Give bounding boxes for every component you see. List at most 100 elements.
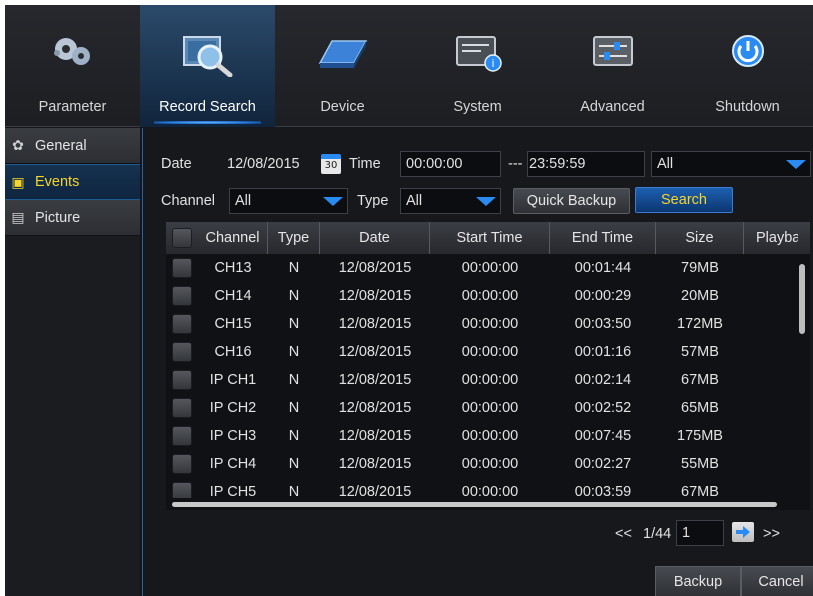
col-header-playback[interactable]: Playba	[744, 222, 798, 254]
table-row[interactable]: CH14 N 12/08/2015 00:00:00 00:00:29 20MB	[166, 282, 794, 310]
cell-size: 55MB	[681, 456, 719, 472]
table-row[interactable]: IP CH4 N 12/08/2015 00:00:00 00:02:27 55MB	[166, 450, 794, 478]
type-select[interactable]: All	[400, 188, 501, 214]
event-type-select[interactable]: All	[651, 151, 811, 177]
menu-shutdown[interactable]: Shutdown	[680, 5, 813, 127]
calendar-list-icon: ▣	[11, 173, 25, 190]
col-header-type[interactable]: Type	[268, 222, 320, 254]
menu-device[interactable]: Device	[275, 5, 410, 127]
quick-backup-button[interactable]: Quick Backup	[513, 188, 630, 214]
table-row[interactable]: CH16 N 12/08/2015 00:00:00 00:01:16 57MB	[166, 338, 794, 366]
cell-type: N	[288, 400, 300, 416]
cell-size: 172MB	[677, 316, 723, 332]
row-checkbox[interactable]	[172, 370, 192, 390]
menu-label: Advanced	[580, 99, 645, 115]
picture-icon: ▤	[11, 209, 25, 225]
go-page-button[interactable]	[732, 522, 754, 542]
cell-end-time: 00:01:44	[574, 260, 632, 276]
cell-start-time: 00:00:00	[461, 260, 519, 276]
row-checkbox[interactable]	[172, 342, 192, 362]
page-number-input[interactable]: 1	[676, 520, 724, 546]
next-page-button[interactable]: >>	[763, 526, 780, 542]
col-header-date[interactable]: Date	[320, 222, 430, 254]
prev-page-button[interactable]: <<	[615, 526, 632, 542]
search-button[interactable]: Search	[635, 187, 733, 213]
chevron-down-icon	[476, 197, 496, 206]
cell-size: 65MB	[681, 400, 719, 416]
end-time-field[interactable]: 23:59:59	[527, 151, 645, 177]
table-row[interactable]: IP CH1 N 12/08/2015 00:00:00 00:02:14 67MB	[166, 366, 794, 394]
channel-select[interactable]: All	[229, 188, 348, 214]
row-checkbox[interactable]	[172, 454, 192, 474]
backup-button[interactable]: Backup	[655, 566, 741, 596]
cell-start-time: 00:00:00	[461, 428, 519, 444]
arrow-right-icon	[736, 526, 750, 538]
cell-size: 67MB	[681, 372, 719, 388]
sidebar-item-general[interactable]: ✿ General	[5, 128, 140, 164]
row-checkbox[interactable]	[172, 426, 192, 446]
channel-value: All	[235, 193, 252, 209]
row-checkbox[interactable]	[172, 258, 192, 278]
cell-start-time: 00:00:00	[461, 456, 519, 472]
chevron-down-icon	[786, 160, 806, 169]
cell-type: N	[288, 288, 300, 304]
table-row[interactable]: CH13 N 12/08/2015 00:00:00 00:01:44 79MB	[166, 254, 794, 282]
select-all-checkbox[interactable]	[172, 228, 192, 248]
table-row[interactable]: CH15 N 12/08/2015 00:00:00 00:03:50 172MB	[166, 310, 794, 338]
channel-label: Channel	[161, 193, 216, 209]
cell-end-time: 00:02:14	[574, 372, 632, 388]
menu-parameter[interactable]: Parameter	[5, 5, 140, 127]
table-row[interactable]: IP CH3 N 12/08/2015 00:00:00 00:07:45 175MB	[166, 422, 794, 450]
time-label: Time	[349, 156, 381, 172]
cell-channel: CH15	[214, 316, 252, 332]
row-checkbox[interactable]	[172, 286, 192, 306]
date-value[interactable]: 12/08/2015	[227, 156, 300, 172]
start-time-field[interactable]: 00:00:00	[400, 151, 501, 177]
cell-date: 12/08/2015	[338, 372, 412, 388]
cell-date: 12/08/2015	[338, 288, 412, 304]
col-header-size[interactable]: Size	[656, 222, 744, 254]
cell-channel: CH16	[214, 344, 252, 360]
system-info-icon: i	[455, 36, 502, 72]
cell-type: N	[288, 260, 300, 276]
table-row[interactable]: IP CH2 N 12/08/2015 00:00:00 00:02:52 65MB	[166, 394, 794, 422]
cell-end-time: 00:07:45	[574, 428, 632, 444]
calendar-icon[interactable]: 30	[321, 154, 341, 174]
cell-size: 175MB	[677, 428, 723, 444]
page-info: 1/44	[643, 526, 672, 542]
vertical-scroll-thumb[interactable]	[799, 264, 805, 334]
cell-size: 20MB	[681, 288, 719, 304]
cell-type: N	[288, 456, 300, 472]
col-header-start-time[interactable]: Start Time	[430, 222, 550, 254]
row-checkbox[interactable]	[172, 314, 192, 334]
top-menu-bar: Parameter Record Search Device i System …	[5, 5, 813, 127]
cell-start-time: 00:00:00	[461, 400, 519, 416]
col-header-end-time[interactable]: End Time	[550, 222, 656, 254]
type-label: Type	[357, 193, 389, 209]
cell-start-time: 00:00:00	[461, 344, 519, 360]
time-separator: ---	[508, 156, 523, 172]
sidebar-item-label: Events	[35, 174, 80, 190]
cell-type: N	[288, 428, 300, 444]
menu-record-search[interactable]: Record Search	[140, 5, 275, 127]
menu-advanced[interactable]: Advanced	[545, 5, 680, 127]
vertical-scrollbar[interactable]	[796, 254, 810, 498]
sidebar-item-picture[interactable]: ▤ Picture	[5, 200, 140, 236]
cancel-button[interactable]: Cancel	[741, 566, 813, 596]
row-checkbox[interactable]	[172, 398, 192, 418]
sidebar-item-events[interactable]: ▣ Events	[5, 164, 140, 200]
horizontal-scroll-thumb[interactable]	[172, 502, 777, 507]
horizontal-scrollbar[interactable]	[166, 498, 810, 510]
date-label: Date	[161, 156, 192, 172]
cell-type: N	[288, 316, 300, 332]
col-header-channel[interactable]: Channel	[198, 222, 268, 254]
cell-size: 79MB	[681, 260, 719, 276]
cell-date: 12/08/2015	[338, 428, 412, 444]
cell-channel: IP CH4	[209, 456, 257, 472]
active-underline	[154, 121, 261, 124]
menu-system[interactable]: i System	[410, 5, 545, 127]
event-type-value: All	[657, 156, 674, 172]
cell-date: 12/08/2015	[338, 400, 412, 416]
cell-start-time: 00:00:00	[461, 372, 519, 388]
cell-date: 12/08/2015	[338, 260, 412, 276]
